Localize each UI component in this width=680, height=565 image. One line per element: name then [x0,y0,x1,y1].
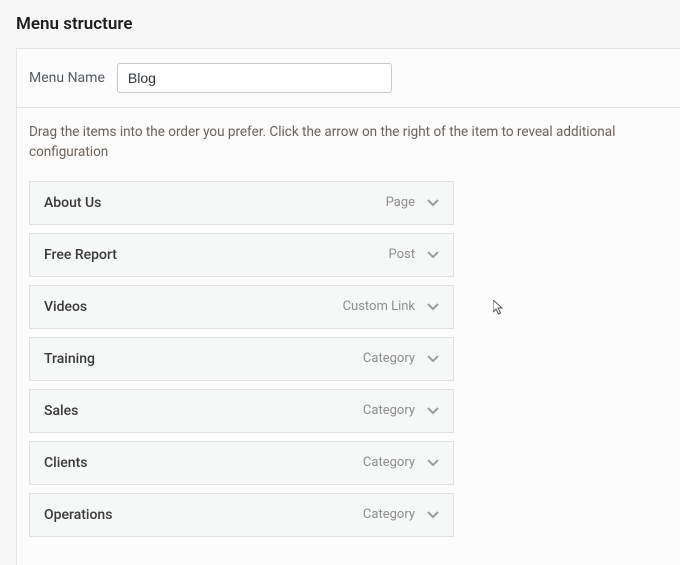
chevron-down-icon[interactable] [427,199,439,207]
menu-item-type: Category [363,351,415,366]
menu-item[interactable]: Videos Custom Link [29,285,454,329]
instruction-text: Drag the items into the order you prefer… [17,108,680,181]
menu-item-meta: Category [363,507,439,522]
menu-item-meta: Post [389,247,440,262]
menu-name-row: Menu Name [17,49,680,108]
menu-item-title: Operations [44,507,112,523]
menu-structure-panel: Menu Name Drag the items into the order … [16,48,680,565]
menu-item-type: Page [386,195,415,210]
menu-item-title: About Us [44,195,101,211]
menu-item[interactable]: Clients Category [29,441,454,485]
section-title: Menu structure [0,0,680,48]
menu-item-type: Post [389,247,416,262]
chevron-down-icon[interactable] [427,303,439,311]
menu-name-label: Menu Name [29,70,105,86]
menu-item-title: Videos [44,299,87,315]
menu-item-title: Training [44,351,95,367]
chevron-down-icon[interactable] [427,407,439,415]
menu-item-title: Free Report [44,247,117,263]
menu-item-type: Custom Link [343,299,415,314]
menu-items-list: About Us Page Free Report Post Videos Custom … [17,181,680,565]
menu-item-type: Category [363,403,415,418]
chevron-down-icon[interactable] [427,251,439,259]
menu-item-meta: Category [363,455,439,470]
menu-item[interactable]: Free Report Post [29,233,454,277]
menu-item-meta: Category [363,351,439,366]
menu-item-title: Clients [44,455,87,471]
chevron-down-icon[interactable] [427,511,439,519]
menu-item-title: Sales [44,403,78,419]
menu-item-meta: Page [386,195,439,210]
menu-item-type: Category [363,507,415,522]
menu-name-input[interactable] [117,63,392,93]
menu-item[interactable]: Training Category [29,337,454,381]
chevron-down-icon[interactable] [427,459,439,467]
menu-item-meta: Category [363,403,439,418]
menu-item-meta: Custom Link [343,299,439,314]
menu-item-type: Category [363,455,415,470]
menu-item[interactable]: Operations Category [29,493,454,537]
menu-item[interactable]: About Us Page [29,181,454,225]
chevron-down-icon[interactable] [427,355,439,363]
menu-item[interactable]: Sales Category [29,389,454,433]
